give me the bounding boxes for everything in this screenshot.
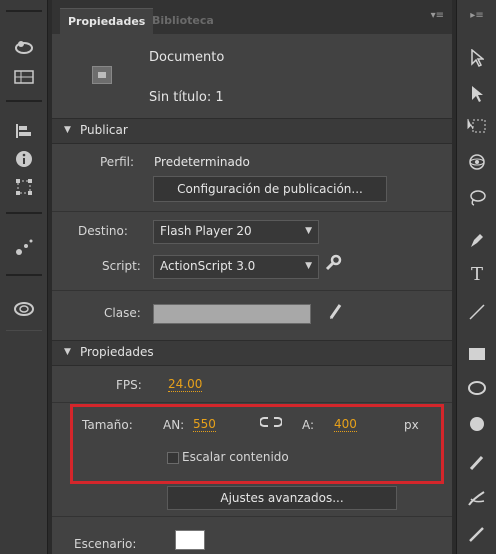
- 3d-rotation-tool-icon[interactable]: [463, 150, 491, 174]
- stage-label: Escenario:: [74, 537, 137, 551]
- scale-content-checkbox[interactable]: [167, 452, 179, 464]
- collapse-triangle-icon: ▼: [64, 125, 71, 135]
- tab-properties[interactable]: Propiedades: [60, 8, 154, 35]
- toolbar-separator: [6, 274, 42, 276]
- width-value[interactable]: 550: [193, 417, 216, 432]
- scale-content-label: Escalar contenido: [182, 450, 289, 464]
- document-type-label: Documento: [149, 50, 225, 65]
- unit-label: px: [404, 418, 419, 432]
- collapse-triangle-icon: ▼: [64, 347, 71, 357]
- dropdown-arrow-icon: ▼: [305, 261, 312, 271]
- lasso-tool-icon[interactable]: [463, 186, 491, 210]
- height-value[interactable]: 400: [334, 417, 357, 432]
- class-input[interactable]: [153, 304, 311, 324]
- toolbar-separator: [6, 330, 42, 331]
- dropdown-arrow-icon: ▼: [305, 226, 312, 236]
- wrench-icon[interactable]: [324, 254, 344, 276]
- properties-section-title: Propiedades: [80, 345, 154, 359]
- text-tool-icon[interactable]: T: [463, 262, 491, 286]
- pencil-tool-icon[interactable]: [463, 450, 491, 474]
- divider: [52, 516, 452, 517]
- subselection-tool-icon[interactable]: [463, 82, 491, 106]
- fps-label: FPS:: [116, 378, 142, 392]
- highlight-box: [70, 404, 444, 484]
- divider: [52, 402, 452, 403]
- size-label: Tamaño:: [82, 418, 133, 432]
- advanced-settings-button[interactable]: Ajustes avanzados...: [167, 486, 397, 510]
- transform-icon[interactable]: [10, 176, 38, 198]
- timeline-icon[interactable]: [10, 66, 38, 88]
- properties-section-header[interactable]: ▼ Propiedades: [52, 340, 452, 366]
- free-transform-tool-icon[interactable]: [463, 114, 491, 138]
- publish-section-header[interactable]: ▼ Publicar: [52, 118, 452, 144]
- toolbar-separator: [6, 212, 42, 214]
- panel-tab-bar: Propiedades Biblioteca ▾≡: [52, 0, 452, 35]
- document-icon: [92, 66, 112, 84]
- panel-menu-icon[interactable]: ▾≡: [431, 10, 444, 21]
- selection-tool-icon[interactable]: [463, 46, 491, 70]
- profile-value: Predeterminado: [154, 155, 250, 169]
- properties-panel: Propiedades Biblioteca ▾≡ Documento Sin …: [52, 0, 452, 554]
- brush-tool-icon[interactable]: [463, 486, 491, 510]
- creative-cloud-icon[interactable]: [10, 298, 38, 320]
- target-select-value: Flash Player 20: [160, 224, 252, 238]
- fps-value[interactable]: 24.00: [168, 377, 203, 392]
- profile-label: Perfil:: [100, 155, 135, 169]
- document-name: Sin título: 1: [149, 90, 224, 105]
- stage-color-swatch[interactable]: [175, 530, 205, 550]
- width-label: AN:: [163, 418, 185, 432]
- target-label: Destino:: [78, 224, 128, 238]
- target-select[interactable]: Flash Player 20 ▼: [153, 220, 319, 244]
- polystar-tool-icon[interactable]: [463, 412, 491, 436]
- toolbar-grip: [6, 10, 42, 12]
- rectangle-tool-icon[interactable]: [463, 342, 491, 366]
- height-label: A:: [302, 418, 315, 432]
- publish-settings-button[interactable]: Configuración de publicación...: [153, 176, 387, 202]
- class-label: Clase:: [104, 306, 141, 320]
- pencil-icon[interactable]: [328, 302, 348, 324]
- paint-brush-tool-icon[interactable]: [463, 522, 491, 546]
- toolbar-collapse-icon[interactable]: ▸≡: [463, 10, 491, 24]
- line-tool-icon[interactable]: [463, 300, 491, 324]
- tools-toolbar: ▸≡ T: [456, 0, 496, 554]
- left-toolbar: [0, 0, 48, 554]
- script-select-value: ActionScript 3.0: [160, 259, 256, 273]
- link-dimensions-icon[interactable]: [259, 414, 283, 432]
- pen-tool-icon[interactable]: [463, 228, 491, 252]
- code-snippets-icon[interactable]: [10, 236, 38, 258]
- script-select[interactable]: ActionScript 3.0 ▼: [153, 255, 319, 279]
- script-label: Script:: [102, 259, 141, 273]
- info-icon[interactable]: [10, 148, 38, 170]
- oval-tool-icon[interactable]: [463, 376, 491, 400]
- divider: [52, 290, 452, 291]
- publish-section-title: Publicar: [80, 123, 128, 137]
- align-icon[interactable]: [10, 120, 38, 142]
- divider: [52, 211, 452, 212]
- toolbar-separator: [6, 100, 42, 102]
- motion-editor-icon[interactable]: [10, 36, 38, 58]
- tab-library[interactable]: Biblioteca: [144, 8, 222, 34]
